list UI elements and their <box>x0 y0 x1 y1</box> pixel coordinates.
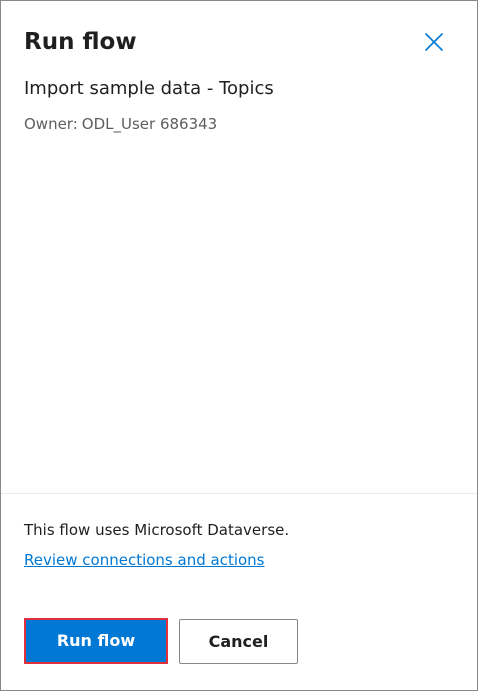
connection-info-text: This flow uses Microsoft Dataverse. <box>24 521 290 539</box>
review-connections-link[interactable]: Review connections and actions <box>24 550 265 570</box>
close-icon <box>425 33 443 51</box>
run-flow-panel: Run flow Import sample data - Topics Own… <box>0 0 478 691</box>
run-flow-button-label: Run flow <box>28 622 164 660</box>
owner-label: Owner: <box>24 115 78 133</box>
panel-title: Run flow <box>24 29 137 55</box>
footer-divider <box>1 493 477 494</box>
cancel-button[interactable]: Cancel <box>179 619 298 664</box>
flow-owner: Owner: ODL_User 686343 <box>24 114 217 134</box>
close-button[interactable] <box>421 29 447 55</box>
run-flow-button[interactable]: Run flow <box>24 618 168 664</box>
flow-name: Import sample data - Topics <box>24 78 274 99</box>
owner-name: ODL_User 686343 <box>81 115 218 133</box>
